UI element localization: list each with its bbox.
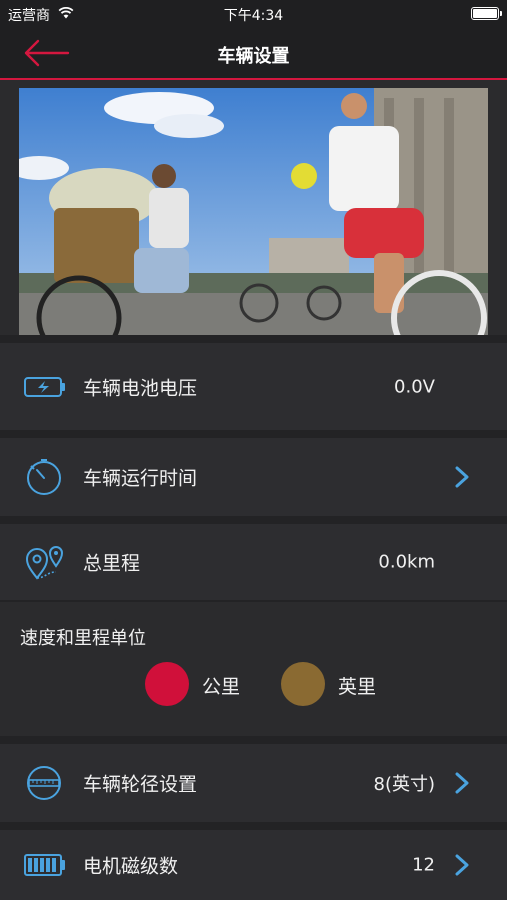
divider [0, 736, 507, 744]
wheel-diameter-row[interactable]: 车辆轮径设置 8(英寸) [0, 744, 507, 822]
run-time-row[interactable]: 车辆运行时间 [0, 438, 507, 516]
wheel-diameter-icon [27, 766, 61, 800]
divider [0, 516, 507, 524]
chevron-right-icon [455, 854, 469, 876]
motor-poles-value: 12 [412, 854, 435, 876]
cyclists-photo [19, 88, 488, 335]
nav-bar: 车辆设置 [0, 28, 507, 80]
battery-voltage-row: 车辆电池电压 0.0V [0, 343, 507, 430]
total-mileage-row: 总里程 0.0km [0, 524, 507, 600]
status-bar: 运营商 下午4:34 [0, 0, 507, 28]
status-time: 下午4:34 [223, 8, 284, 24]
battery-voltage-value: 0.0V [394, 376, 435, 397]
unit-km-label: 公里 [202, 676, 241, 698]
divider [0, 600, 507, 602]
motor-battery-icon [24, 854, 65, 876]
total-mileage-label: 总里程 [83, 552, 141, 575]
wheel-diameter-label: 车辆轮径设置 [83, 773, 198, 796]
unit-km-dot [145, 662, 189, 706]
unit-mile-dot [281, 662, 325, 706]
page-title: 车辆设置 [217, 46, 290, 67]
battery-voltage-label: 车辆电池电压 [83, 377, 198, 399]
unit-option-mile[interactable]: 英里 [281, 662, 391, 706]
battery-status-icon [471, 7, 502, 20]
banner-illustration [19, 88, 488, 335]
motor-poles-row[interactable]: 电机磁级数 12 [0, 830, 507, 900]
divider [0, 335, 507, 343]
wheel-diameter-value: 8(英寸) [373, 774, 436, 795]
unit-mile-label: 英里 [338, 676, 377, 698]
location-pins-icon [25, 546, 64, 580]
divider [0, 430, 507, 438]
unit-option-km[interactable]: 公里 [145, 662, 255, 706]
chevron-right-icon [455, 772, 469, 794]
divider [0, 822, 507, 830]
chevron-right-icon [455, 466, 469, 488]
battery-icon [24, 376, 65, 397]
units-title: 速度和里程单位 [20, 628, 146, 649]
stopwatch-icon [27, 459, 61, 495]
total-mileage-value: 0.0km [378, 551, 435, 573]
run-time-label: 车辆运行时间 [83, 467, 198, 490]
motor-poles-label: 电机磁级数 [83, 855, 179, 878]
